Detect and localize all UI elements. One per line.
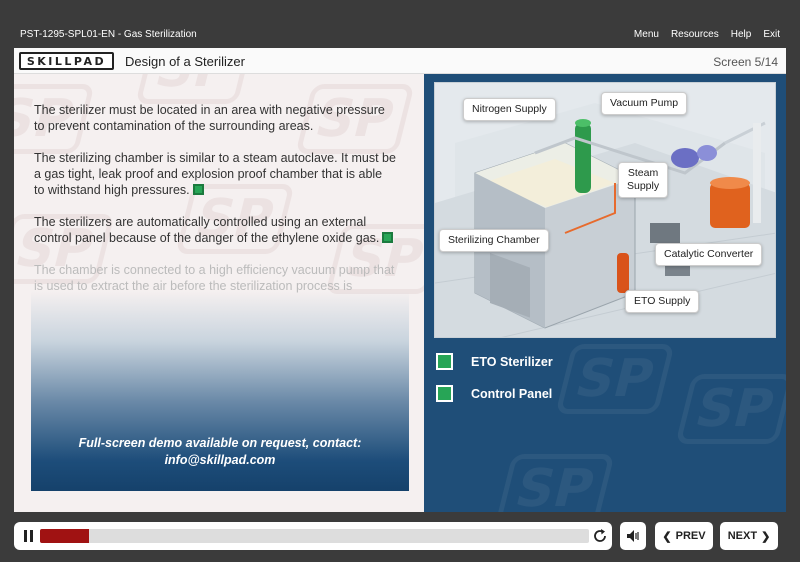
callout-steam-supply[interactable]: Steam Supply	[618, 162, 669, 198]
callout-catalytic-converter[interactable]: Catalytic Converter	[655, 243, 763, 266]
help-link[interactable]: Help	[731, 29, 752, 40]
paragraph: The sterilizer must be located in an are…	[34, 103, 385, 133]
callout-eto-supply[interactable]: ETO Supply	[625, 290, 700, 313]
prev-button[interactable]: ❮ PREV	[655, 522, 713, 550]
paragraph: The chamber is connected to a high effic…	[34, 263, 395, 293]
content-panel: SKILLPAD Design of a Sterilizer Screen 5…	[14, 48, 786, 512]
option-control-panel[interactable]: Control Panel	[436, 385, 552, 402]
paragraph: The sterilizers are automatically contro…	[34, 214, 396, 246]
next-button[interactable]: NEXT ❯	[720, 522, 778, 550]
checkbox-icon	[436, 385, 453, 402]
paragraph: The sterilizing chamber is similar to a …	[34, 151, 396, 197]
text-area: SP SP SP SP SP SP SP SP The sterilizer m…	[14, 74, 424, 512]
watermark-logo: SP	[135, 74, 255, 104]
watermark-logo: SP	[495, 454, 615, 512]
sound-button[interactable]	[620, 522, 646, 550]
top-bar: PST-1295-SPL01-EN - Gas Sterilization Me…	[14, 22, 786, 48]
green-marker-icon[interactable]	[382, 232, 394, 243]
watermark-logo: SP	[555, 344, 675, 414]
watermark-logo: SP	[675, 374, 786, 444]
pause-icon[interactable]	[23, 530, 35, 542]
player-controls: ❮ PREV NEXT ❯	[14, 522, 786, 550]
replay-icon[interactable]	[592, 528, 608, 544]
progress-fill	[40, 529, 90, 543]
progress-track[interactable]	[40, 529, 589, 543]
demo-overlay: Full-screen demo available on request, c…	[31, 291, 409, 491]
course-title: PST-1295-SPL01-EN - Gas Sterilization	[20, 29, 197, 40]
option-eto-sterilizer[interactable]: ETO Sterilizer	[436, 353, 553, 370]
callout-nitrogen-supply[interactable]: Nitrogen Supply	[463, 98, 556, 121]
app-frame: PST-1295-SPL01-EN - Gas Sterilization Me…	[0, 0, 800, 562]
diagram-area: SP SP SP Nitrogen Supply Vacuum Pump Ste…	[424, 74, 786, 512]
demo-message: Full-screen demo available on request, c…	[78, 436, 362, 467]
callout-vacuum-pump[interactable]: Vacuum Pump	[601, 92, 688, 115]
sterilizer-illustration	[435, 83, 775, 337]
top-menu: Menu Resources Help Exit	[634, 29, 780, 40]
sterilizer-diagram: Nitrogen Supply Vacuum Pump Steam Supply…	[434, 82, 776, 338]
exit-link[interactable]: Exit	[763, 29, 780, 40]
chevron-right-icon: ❯	[761, 530, 771, 543]
chevron-left-icon: ❮	[662, 530, 672, 543]
body-text: The sterilizer must be located in an are…	[34, 102, 396, 310]
checkbox-icon	[436, 353, 453, 370]
resources-link[interactable]: Resources	[671, 29, 719, 40]
title-bar: SKILLPAD Design of a Sterilizer Screen 5…	[14, 48, 786, 74]
menu-link[interactable]: Menu	[634, 29, 659, 40]
progress-bar-container	[14, 522, 612, 550]
green-marker-icon[interactable]	[192, 184, 204, 195]
screen-counter: Screen 5/14	[713, 55, 778, 69]
speaker-icon	[627, 530, 639, 542]
skillpad-logo: SKILLPAD	[19, 52, 114, 70]
page-title: Design of a Sterilizer	[125, 54, 245, 69]
callout-sterilizing-chamber[interactable]: Sterilizing Chamber	[439, 229, 549, 252]
